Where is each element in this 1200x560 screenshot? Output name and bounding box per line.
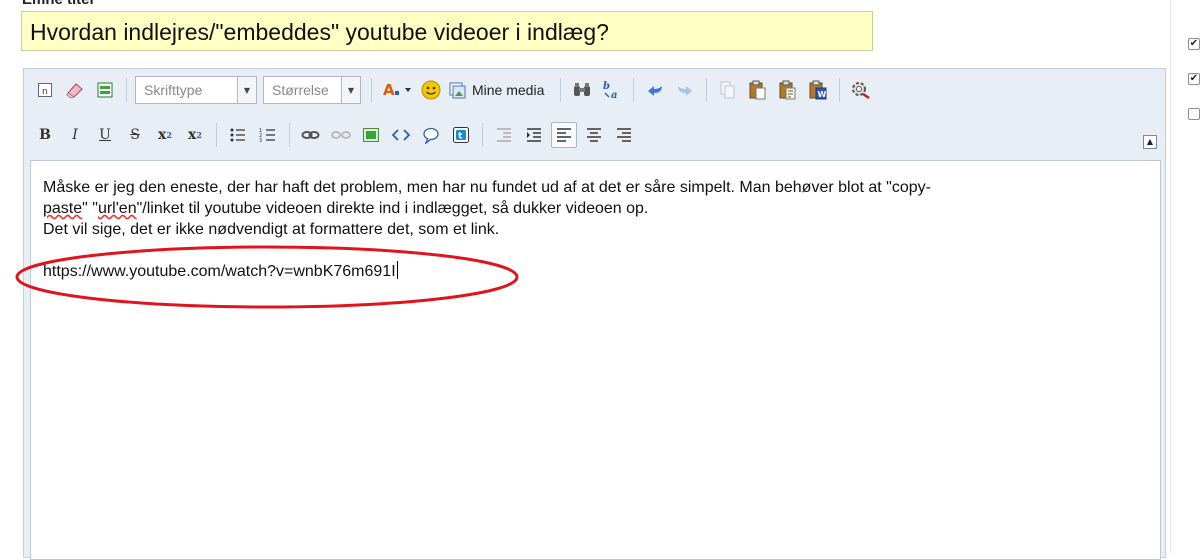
paste-icon[interactable] — [745, 77, 771, 103]
spellcheck-word-urlen: url'en — [97, 200, 137, 217]
toolbar-separator — [482, 123, 483, 147]
toolbar-separator — [560, 78, 562, 102]
toolbar-separator — [289, 123, 290, 147]
font-size-dropdown[interactable]: Størrelse ▼ — [263, 76, 361, 104]
copy-icon[interactable] — [715, 77, 741, 103]
collapse-toolbar-icon[interactable]: ▲ — [1143, 135, 1157, 149]
toolbar-row-2: B I U S x2 x2 123 t — [32, 120, 641, 150]
paragraph-1-quote: " " — [82, 200, 98, 217]
toolbar-row-1: n Skrifttype ▼ Størrelse ▼ A Mine media — [32, 75, 878, 105]
eraser-icon[interactable] — [62, 77, 88, 103]
chevron-down-icon: ▼ — [237, 77, 256, 103]
redo-icon[interactable] — [672, 77, 698, 103]
svg-text:n: n — [42, 87, 48, 97]
svg-text:a: a — [611, 90, 617, 100]
svg-text:A: A — [383, 81, 395, 99]
svg-text:b: b — [603, 81, 610, 92]
code-icon[interactable] — [388, 122, 414, 148]
outdent-icon[interactable] — [491, 122, 517, 148]
subscript-mark: 2 — [166, 130, 172, 140]
text-color-icon[interactable]: A — [380, 77, 414, 103]
spellcheck-gear-icon[interactable] — [848, 77, 874, 103]
indent-icon[interactable] — [521, 122, 547, 148]
sidebar-checkbox-1[interactable]: ✔ — [1188, 38, 1200, 50]
toolbar-separator — [706, 78, 708, 102]
font-size-value: Størrelse — [272, 82, 329, 98]
toolbar-separator — [633, 78, 635, 102]
strikethrough-button[interactable]: S — [122, 122, 148, 148]
paragraph-1: Måske er jeg den eneste, der har haft de… — [43, 177, 1148, 219]
toolbar-separator — [216, 123, 217, 147]
svg-text:W: W — [818, 90, 827, 99]
right-panel-divider — [1170, 0, 1171, 553]
svg-text:t: t — [458, 132, 463, 142]
show-blocks-icon[interactable] — [92, 77, 118, 103]
undo-icon[interactable] — [642, 77, 668, 103]
font-family-dropdown[interactable]: Skrifttype ▼ — [135, 76, 257, 104]
superscript-mark: 2 — [196, 130, 202, 140]
paragraph-2: Det vil sige, det er ikke nødvendigt at … — [43, 221, 500, 238]
toolbar-separator — [371, 78, 372, 102]
superscript-label: x — [188, 127, 197, 143]
mine-media-button[interactable]: Mine media — [448, 80, 544, 100]
chevron-down-icon: ▼ — [341, 77, 360, 103]
subject-label: Emne titel — [22, 0, 94, 8]
svg-text:3: 3 — [259, 138, 262, 143]
paste-text-icon[interactable] — [775, 77, 801, 103]
subject-title-input[interactable]: Hvordan indlejres/"embeddes" youtube vid… — [21, 11, 873, 51]
align-right-icon[interactable] — [611, 122, 637, 148]
find-binoculars-icon[interactable] — [569, 77, 595, 103]
mine-media-label: Mine media — [472, 82, 545, 98]
link-icon[interactable] — [298, 122, 324, 148]
youtube-embed-icon[interactable]: t — [448, 122, 474, 148]
toolbar-separator — [839, 78, 841, 102]
align-left-icon[interactable] — [551, 122, 577, 148]
source-icon[interactable]: n — [32, 77, 58, 103]
sidebar-checkbox-2[interactable]: ✔ — [1188, 73, 1200, 85]
paragraph-1-end: "/linket til youtube videoen direkte ind… — [136, 200, 649, 217]
smiley-icon[interactable] — [418, 77, 444, 103]
italic-button[interactable]: I — [62, 122, 88, 148]
underline-button[interactable]: U — [92, 122, 118, 148]
paste-from-word-icon[interactable]: W — [805, 77, 831, 103]
sidebar-checkbox-3[interactable] — [1188, 108, 1200, 120]
editor-content-area[interactable]: Måske er jeg den eneste, der har haft de… — [30, 160, 1161, 560]
bulleted-list-icon[interactable] — [225, 122, 251, 148]
unlink-icon[interactable] — [328, 122, 354, 148]
superscript-button[interactable]: x2 — [182, 122, 208, 148]
toolbar-separator — [126, 78, 127, 102]
subscript-button[interactable]: x2 — [152, 122, 178, 148]
media-gallery-icon — [449, 82, 466, 99]
numbered-list-icon[interactable]: 123 — [255, 122, 281, 148]
replace-icon[interactable]: ba — [599, 77, 625, 103]
subscript-label: x — [158, 127, 167, 143]
align-center-icon[interactable] — [581, 122, 607, 148]
image-icon[interactable] — [358, 122, 384, 148]
quote-bubble-icon[interactable] — [418, 122, 444, 148]
bold-button[interactable]: B — [32, 122, 58, 148]
spellcheck-word-paste: paste — [43, 200, 83, 217]
font-family-value: Skrifttype — [144, 82, 203, 98]
paragraph-1-start: Måske er jeg den eneste, der har haft de… — [43, 179, 931, 196]
red-annotation-ellipse — [15, 245, 519, 309]
